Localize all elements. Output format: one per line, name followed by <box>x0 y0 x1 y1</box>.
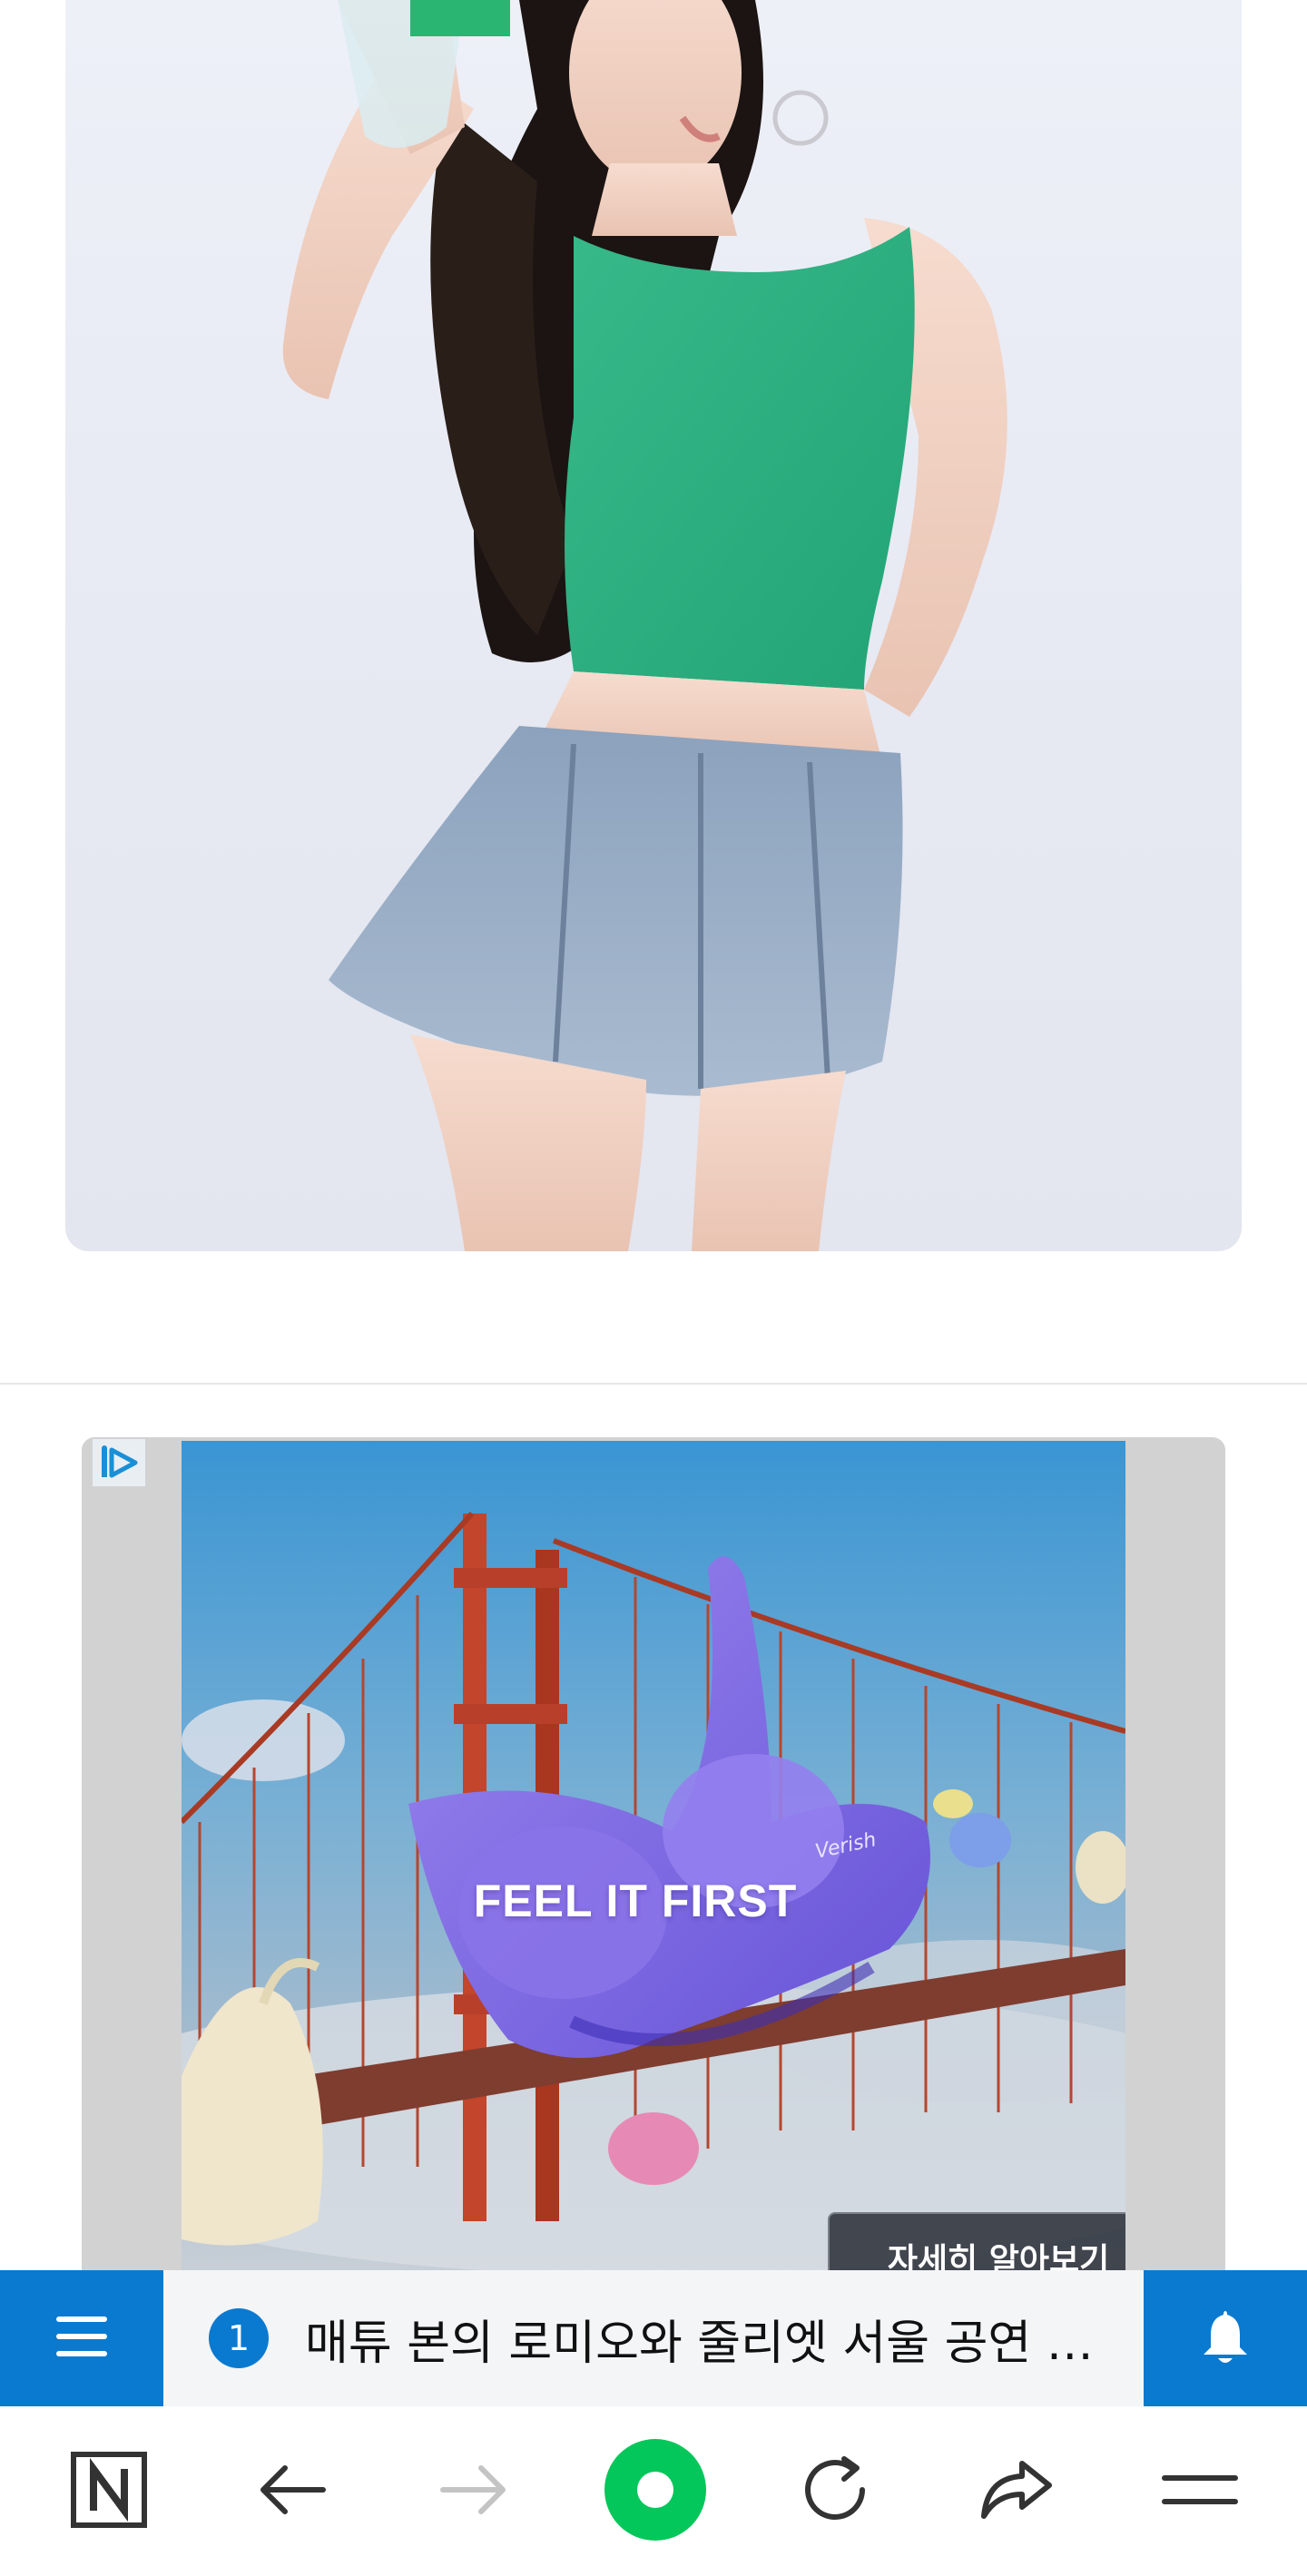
green-dot-button[interactable] <box>583 2406 728 2576</box>
naver-home-button[interactable] <box>36 2406 182 2576</box>
forward-button[interactable] <box>401 2406 546 2576</box>
ad-creative-image[interactable]: Verish FEEL IT FIRST 자세히 알아보기 <box>182 1441 1125 2272</box>
reload-button[interactable] <box>762 2406 908 2576</box>
menu-lines-icon <box>1162 2472 1238 2512</box>
hamburger-menu-button[interactable] <box>0 2270 163 2406</box>
ad-banner[interactable]: Verish FEEL IT FIRST 자세히 알아보기 <box>82 1437 1225 2272</box>
ticker-rank-badge: 1 <box>209 2308 269 2368</box>
adchoices-icon[interactable] <box>93 1439 145 1486</box>
arrow-right-icon <box>439 2463 508 2521</box>
reload-icon <box>799 2454 871 2530</box>
golden-gate-bridge-illustration: Verish <box>182 1441 1125 2272</box>
section-divider <box>0 1383 1307 1385</box>
hamburger-menu-icon <box>56 2316 107 2360</box>
back-button[interactable] <box>220 2406 365 2576</box>
model-photo-illustration <box>282 0 1007 1251</box>
ad-headline: FEEL IT FIRST <box>473 1876 798 1926</box>
learn-more-button[interactable]: 자세히 알아보기 <box>828 2212 1125 2272</box>
share-icon <box>978 2458 1055 2525</box>
ticker-headline: 매튜 본의 로미오와 줄리엣 서울 공연 확정 <box>305 2316 1104 2371</box>
news-ticker-bar: 1 매튜 본의 로미오와 줄리엣 서울 공연 확정 <box>0 2270 1307 2406</box>
bell-icon <box>1200 2307 1251 2369</box>
ticker-headline-link[interactable]: 1 매튜 본의 로미오와 줄리엣 서울 공연 확정 <box>163 2270 1144 2406</box>
notification-button[interactable] <box>1144 2270 1307 2406</box>
browser-toolbar <box>0 2406 1307 2576</box>
share-button[interactable] <box>944 2406 1089 2576</box>
arrow-left-icon <box>258 2463 327 2521</box>
menu-button[interactable] <box>1127 2406 1273 2576</box>
n-logo-icon <box>70 2451 148 2532</box>
hero-photo <box>65 0 1242 1251</box>
green-circle-icon <box>604 2438 706 2544</box>
